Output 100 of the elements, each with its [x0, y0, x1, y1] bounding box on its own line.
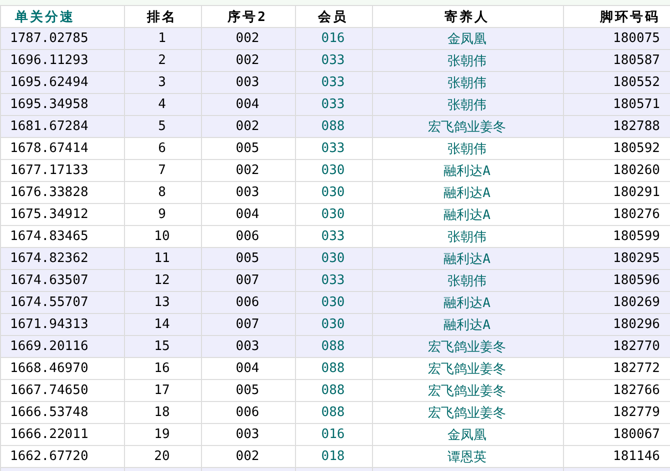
table-cell: 13	[124, 292, 202, 314]
table-cell: 宏飞鸽业姜冬	[372, 380, 564, 402]
table-cell: 16	[124, 358, 202, 380]
table-cell: 融利达A	[372, 204, 564, 226]
table-cell: 19	[124, 424, 202, 446]
table-cell: 016	[296, 424, 372, 446]
table-cell: 033	[296, 138, 372, 160]
table-cell: 004	[202, 94, 296, 116]
table-cell: 4	[124, 94, 202, 116]
table-cell: 1671.94313	[0, 314, 124, 336]
table-cell: 3	[124, 72, 202, 94]
table-cell: 088	[296, 402, 372, 424]
table-cell: 003	[202, 336, 296, 358]
table-cell: 融利达A	[372, 182, 564, 204]
table-cell: 1666.53748	[0, 402, 124, 424]
table-cell: 007	[202, 270, 296, 292]
table-cell: 033	[296, 50, 372, 72]
table-cell: 005	[202, 248, 296, 270]
table-cell: 180552	[564, 72, 670, 94]
table-cell: 1666.22011	[0, 424, 124, 446]
table-cell: 088	[296, 336, 372, 358]
table-cell: 15	[124, 336, 202, 358]
column-header: 排名	[124, 6, 202, 28]
table-cell: 17	[124, 380, 202, 402]
table-cell: 005	[202, 380, 296, 402]
table-cell: 6	[124, 138, 202, 160]
table-cell: 2	[124, 50, 202, 72]
table-cell: 182788	[564, 116, 670, 138]
table-cell: 金凤凰	[372, 28, 564, 50]
table-cell: 14	[124, 314, 202, 336]
table-cell: 1678.67414	[0, 138, 124, 160]
table-cell: 融利达A	[372, 292, 564, 314]
table-cell: 1695.34958	[0, 94, 124, 116]
table-cell: 9	[124, 204, 202, 226]
table-cell: 180296	[564, 314, 670, 336]
table-cell: 宏飞鸽业姜冬	[372, 402, 564, 424]
table-cell: 030	[296, 314, 372, 336]
table-cell: 宏飞鸽业姜冬	[372, 358, 564, 380]
table-cell: 030	[296, 160, 372, 182]
column-header: 会员	[296, 6, 372, 28]
table-cell: 088	[296, 380, 372, 402]
table-cell: 016	[296, 28, 372, 50]
table-cell: 180295	[564, 248, 670, 270]
table-cell: 007	[202, 314, 296, 336]
table-cell: 002	[202, 116, 296, 138]
table-cell: 004	[202, 358, 296, 380]
table-cell: 1675.34912	[0, 204, 124, 226]
table-cell: 7	[124, 160, 202, 182]
table-cell: 006	[202, 402, 296, 424]
table-cell: 1669.20116	[0, 336, 124, 358]
table-cell: 18	[124, 402, 202, 424]
table-cell: 12	[124, 270, 202, 292]
table-cell: 张朝伟	[372, 138, 564, 160]
table-cell: 1	[124, 28, 202, 50]
table-cell: 003	[202, 424, 296, 446]
table-cell: 180269	[564, 292, 670, 314]
column-header: 序号2	[202, 6, 296, 28]
table-cell: 030	[296, 248, 372, 270]
table-cell: 1681.67284	[0, 116, 124, 138]
column-header: 单关分速	[0, 6, 124, 28]
table-cell: 张朝伟	[372, 94, 564, 116]
table-cell: 033	[296, 270, 372, 292]
table-cell: 11	[124, 248, 202, 270]
table-cell: 8	[124, 182, 202, 204]
table-cell: 033	[296, 72, 372, 94]
table-cell: 180571	[564, 94, 670, 116]
table-cell: 张朝伟	[372, 270, 564, 292]
table-cell: 宏飞鸽业姜冬	[372, 116, 564, 138]
table-cell: 002	[202, 160, 296, 182]
table-cell: 宏飞鸽业姜冬	[372, 336, 564, 358]
table-cell: 1696.11293	[0, 50, 124, 72]
column-header: 脚环号码	[564, 6, 670, 28]
table-cell: 融利达A	[372, 314, 564, 336]
table-cell: 180587	[564, 50, 670, 72]
table-cell: 002	[202, 28, 296, 50]
table-cell: 张朝伟	[372, 50, 564, 72]
table-cell: 融利达A	[372, 160, 564, 182]
table-cell: 030	[296, 204, 372, 226]
table-cell: 088	[296, 358, 372, 380]
table-cell: 1677.17133	[0, 160, 124, 182]
table-cell: 006	[202, 292, 296, 314]
table-cell: 1674.55707	[0, 292, 124, 314]
table-cell: 005	[202, 138, 296, 160]
table-cell: 金凤凰	[372, 424, 564, 446]
table-cell: 1676.33828	[0, 182, 124, 204]
table-cell: 1674.82362	[0, 248, 124, 270]
table-cell: 033	[296, 94, 372, 116]
table-cell: 030	[296, 292, 372, 314]
table-cell: 1787.02785	[0, 28, 124, 50]
column-header: 寄养人	[372, 6, 564, 28]
table-cell: 5	[124, 116, 202, 138]
table-cell: 180075	[564, 28, 670, 50]
table-cell: 张朝伟	[372, 72, 564, 94]
table-cell: 1695.62494	[0, 72, 124, 94]
table-cell: 融利达A	[372, 248, 564, 270]
table-cell: 030	[296, 182, 372, 204]
table-cell: 003	[202, 182, 296, 204]
table-cell: 1668.46970	[0, 358, 124, 380]
table-cell: 1667.74650	[0, 380, 124, 402]
table-cell: 003	[202, 72, 296, 94]
